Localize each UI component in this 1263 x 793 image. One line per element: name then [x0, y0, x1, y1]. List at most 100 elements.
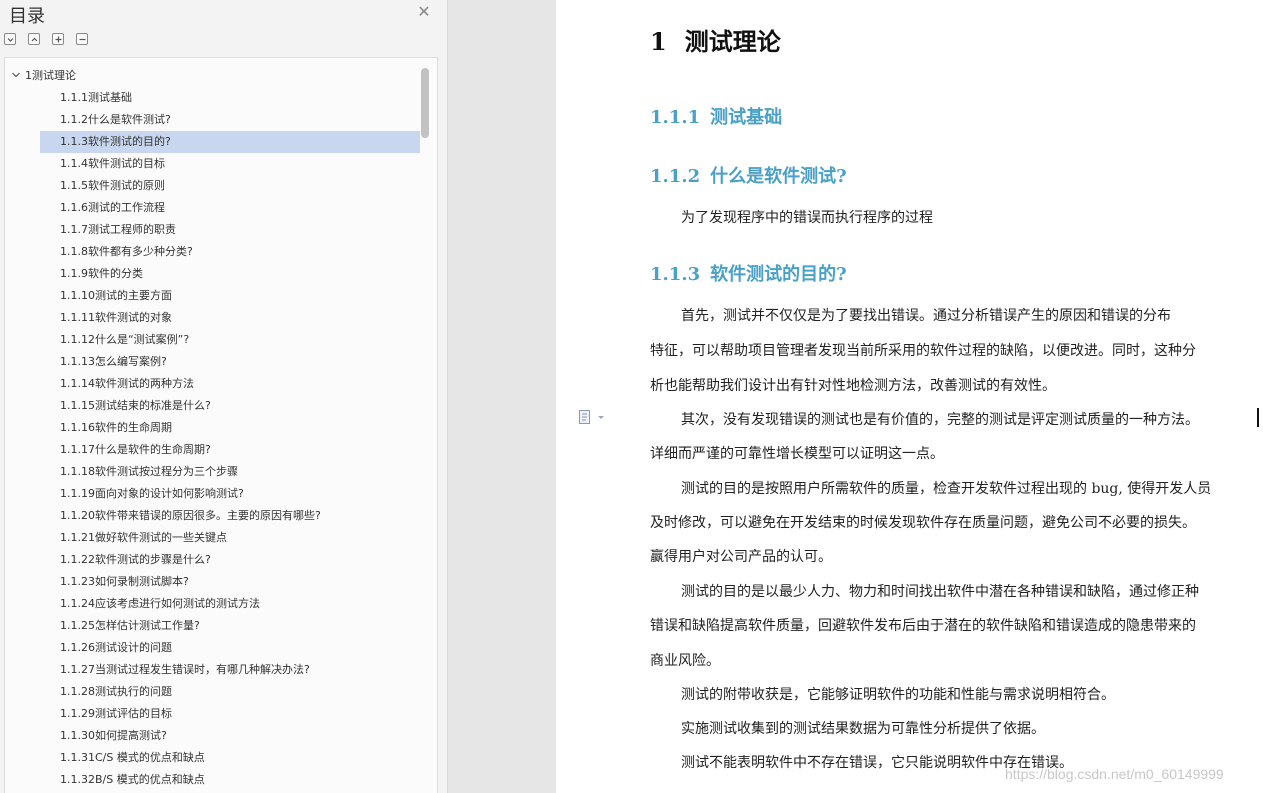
toc-item-label: 1.1.26测试设计的问题: [60, 641, 172, 654]
toc-item-label: 1.1.2什么是软件测试?: [60, 113, 171, 126]
toc-root-item[interactable]: 1测试理论: [11, 65, 76, 87]
toc-item[interactable]: 1.1.13怎么编写案例?: [40, 351, 420, 373]
add-item-button[interactable]: [52, 33, 64, 45]
toc-item[interactable]: 1.1.10测试的主要方面: [40, 285, 420, 307]
toc-item[interactable]: 1.1.3软件测试的目的?: [40, 131, 420, 153]
close-icon[interactable]: ✕: [416, 4, 432, 20]
toc-item-label: 1.1.8软件都有多少种分类?: [60, 245, 193, 258]
section-number: 1.1.3: [650, 264, 701, 285]
toc-item-label: 1.1.14软件测试的两种方法: [60, 377, 194, 390]
toc-item[interactable]: 1.1.9软件的分类: [40, 263, 420, 285]
toc-item-label: 1.1.23如何录制测试脚本?: [60, 575, 189, 588]
document-page[interactable]: 1 测试理论 1.1.1 测试基础 1.1.2 什么是软件测试? 为了发现程序中的错误…: [556, 0, 1263, 793]
toc-item[interactable]: 1.1.12什么是“测试案例”?: [40, 329, 420, 351]
toc-item-label: 1.1.28测试执行的问题: [60, 685, 172, 698]
toc-item[interactable]: 1.1.20软件带来错误的原因很多。主要的原因有哪些?: [40, 505, 420, 527]
paragraph-line: 错误和缺陷提高软件质量，回避软件发布后由于潜在的软件缺陷和错误造成的隐患带来的: [650, 618, 1196, 634]
toc-item-label: 1.1.13怎么编写案例?: [60, 355, 167, 368]
paragraph-menu-icon[interactable]: [577, 409, 607, 425]
toc-item-label: 1.1.27当测试过程发生错误时，有哪几种解决办法?: [60, 663, 310, 676]
heading-number: 1: [650, 27, 667, 56]
paragraph-line: 测试的附带收获是，它能够证明软件的功能和性能与需求说明相符合。: [681, 687, 1115, 703]
section-number: 1.1.2: [650, 166, 701, 187]
toc-item[interactable]: 1.1.7测试工程师的职责: [40, 219, 420, 241]
toc-item[interactable]: 1.1.29测试评估的目标: [40, 703, 420, 725]
paragraph-line: 实施测试收集到的测试结果数据为可靠性分析提供了依据。: [681, 721, 1045, 737]
toc-item-label: 1.1.11软件测试的对象: [60, 311, 172, 324]
toc-panel: 目录 ✕ 1测试理论 1.1.1测试基础 1.1.2什么是软件测试? 1.1.3软件…: [0, 0, 448, 793]
text-caret: [1257, 408, 1259, 427]
toc-item[interactable]: 1.1.19面向对象的设计如何影响测试?: [40, 483, 420, 505]
heading-section: 1.1.3 软件测试的目的?: [650, 260, 847, 286]
toc-item[interactable]: 1.1.4软件测试的目标: [40, 153, 420, 175]
minus-icon: [79, 38, 86, 41]
chevron-up-icon: [31, 37, 38, 42]
toc-item[interactable]: 1.1.11软件测试的对象: [40, 307, 420, 329]
paragraph-line: 特征，可以帮助项目管理者发现当前所采用的软件过程的缺陷，以便改进。同时，这种分: [650, 343, 1196, 359]
toc-item[interactable]: 1.1.26测试设计的问题: [40, 637, 420, 659]
toc-item[interactable]: 1.1.28测试执行的问题: [40, 681, 420, 703]
paragraph-line: 赢得用户对公司产品的认可。: [650, 549, 832, 565]
toc-item[interactable]: 1.1.24应该考虑进行如何测试的测试方法: [40, 593, 420, 615]
section-title: 测试基础: [710, 107, 783, 128]
toc-item[interactable]: 1.1.16软件的生命周期: [40, 417, 420, 439]
toc-item[interactable]: 1.1.1测试基础: [40, 87, 420, 109]
toc-item-label: 1.1.20软件带来错误的原因很多。主要的原因有哪些?: [60, 509, 321, 522]
toc-item[interactable]: 1.1.8软件都有多少种分类?: [40, 241, 420, 263]
toc-item[interactable]: 1.1.14软件测试的两种方法: [40, 373, 420, 395]
toc-item-label: 1.1.21做好软件测试的一些关键点: [60, 531, 227, 544]
toc-item[interactable]: 1.1.17什么是软件的生命周期?: [40, 439, 420, 461]
toc-root-label: 1测试理论: [25, 69, 76, 82]
paragraph-line: 析也能帮助我们设计出有针对性地检测方法，改善测试的有效性。: [650, 378, 1056, 394]
toc-scrollbar-thumb[interactable]: [421, 68, 429, 138]
paragraph-line: 商业风险。: [650, 653, 720, 669]
paragraph-line: 首先，测试并不仅仅是为了要找出错误。通过分析错误产生的原因和错误的分布: [681, 308, 1171, 324]
toc-item-label: 1.1.7测试工程师的职责: [60, 223, 176, 236]
toc-item-label: 1.1.5软件测试的原则: [60, 179, 165, 192]
plus-icon: [55, 36, 62, 43]
toc-tree: 1测试理论 1.1.1测试基础 1.1.2什么是软件测试? 1.1.3软件测试的目的…: [4, 57, 438, 793]
paragraph-line: 详细而严谨的可靠性增长模型可以证明这一点。: [650, 446, 944, 462]
toc-item[interactable]: 1.1.6测试的工作流程: [40, 197, 420, 219]
section-number: 1.1.1: [650, 107, 701, 128]
remove-item-button[interactable]: [76, 33, 88, 45]
expand-all-button[interactable]: [4, 33, 16, 45]
chevron-down-icon: [7, 38, 14, 42]
toc-item[interactable]: 1.1.22软件测试的步骤是什么?: [40, 549, 420, 571]
toc-item[interactable]: 1.1.32B/S 模式的优点和缺点: [40, 769, 420, 791]
toc-item-label: 1.1.24应该考虑进行如何测试的测试方法: [60, 597, 260, 610]
toc-item-label: 1.1.22软件测试的步骤是什么?: [60, 553, 211, 566]
heading-section: 1.1.2 什么是软件测试?: [650, 162, 847, 188]
paragraph-line: 其次，没有发现错误的测试也是有价值的，完整的测试是评定测试质量的一种方法。: [681, 412, 1199, 428]
toc-item[interactable]: 1.1.15测试结束的标准是什么?: [40, 395, 420, 417]
toc-item-label: 1.1.17什么是软件的生命周期?: [60, 443, 211, 456]
toc-item-label: 1.1.12什么是“测试案例”?: [60, 333, 190, 346]
chevron-down-icon[interactable]: [11, 65, 25, 87]
paragraph-line: 测试的目的是按照用户所需软件的质量，检查开发软件过程出现的 bug, 使得开发人…: [681, 481, 1212, 497]
toc-item-label: 1.1.4软件测试的目标: [60, 157, 165, 170]
toc-item-label: 1.1.6测试的工作流程: [60, 201, 165, 214]
heading-text: 测试理论: [684, 27, 781, 56]
toc-item-label: 1.1.32B/S 模式的优点和缺点: [60, 773, 205, 786]
toc-item-label: 1.1.3软件测试的目的?: [60, 135, 171, 148]
toc-item[interactable]: 1.1.21做好软件测试的一些关键点: [40, 527, 420, 549]
toc-item-label: 1.1.9软件的分类: [60, 267, 143, 280]
toc-item-label: 1.1.19面向对象的设计如何影响测试?: [60, 487, 244, 500]
toc-item-label: 1.1.15测试结束的标准是什么?: [60, 399, 211, 412]
watermark: https://blog.csdn.net/m0_60149999: [1005, 766, 1224, 782]
heading-1: 1 测试理论: [650, 22, 781, 57]
toc-item[interactable]: 1.1.23如何录制测试脚本?: [40, 571, 420, 593]
toc-item[interactable]: 1.1.27当测试过程发生错误时，有哪几种解决办法?: [40, 659, 420, 681]
collapse-all-button[interactable]: [28, 33, 40, 45]
toc-item[interactable]: 1.1.25怎样估计测试工作量?: [40, 615, 420, 637]
toc-item[interactable]: 1.1.5软件测试的原则: [40, 175, 420, 197]
toc-item[interactable]: 1.1.18软件测试按过程分为三个步骤: [40, 461, 420, 483]
toc-item[interactable]: 1.1.30如何提高测试?: [40, 725, 420, 747]
toc-item[interactable]: 1.1.2什么是软件测试?: [40, 109, 420, 131]
section-title: 软件测试的目的?: [710, 264, 847, 285]
heading-section: 1.1.1 测试基础: [650, 103, 782, 129]
toc-item-label: 1.1.1测试基础: [60, 91, 132, 104]
toc-item-label: 1.1.10测试的主要方面: [60, 289, 172, 302]
toc-item-label: 1.1.25怎样估计测试工作量?: [60, 619, 200, 632]
toc-item[interactable]: 1.1.31C/S 模式的优点和缺点: [40, 747, 420, 769]
